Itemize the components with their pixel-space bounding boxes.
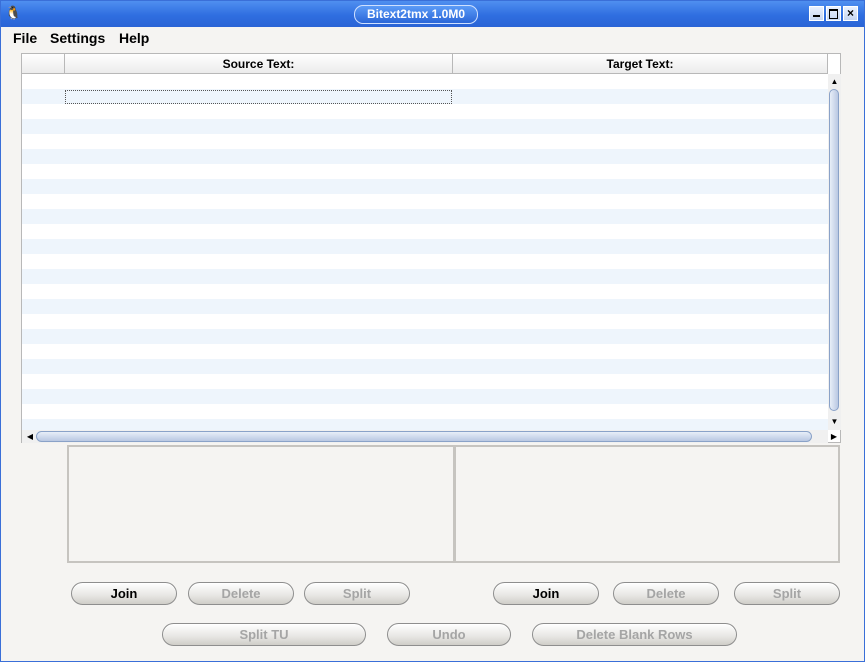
- target-join-button[interactable]: Join: [493, 582, 599, 605]
- table-row[interactable]: [22, 119, 828, 134]
- close-button[interactable]: ×: [843, 6, 858, 21]
- table-row[interactable]: [22, 254, 828, 269]
- table-row[interactable]: [22, 104, 828, 119]
- split-tu-button[interactable]: Split TU: [162, 623, 366, 646]
- table-row[interactable]: [22, 239, 828, 254]
- menu-file[interactable]: File: [13, 29, 37, 47]
- target-delete-button[interactable]: Delete: [613, 582, 719, 605]
- window-title: Bitext2tmx 1.0M0: [354, 5, 478, 24]
- source-delete-button[interactable]: Delete: [188, 582, 294, 605]
- title-bar[interactable]: 🐧 Bitext2tmx 1.0M0 ×: [1, 1, 864, 27]
- scroll-up-icon[interactable]: ▲: [828, 76, 841, 88]
- source-split-button[interactable]: Split: [304, 582, 410, 605]
- scroll-down-icon[interactable]: ▼: [828, 416, 841, 428]
- menu-settings[interactable]: Settings: [50, 29, 105, 47]
- undo-button[interactable]: Undo: [387, 623, 511, 646]
- focused-cell[interactable]: [65, 90, 452, 104]
- table-row[interactable]: [22, 269, 828, 284]
- table-row[interactable]: [22, 419, 828, 430]
- scroll-left-icon[interactable]: ◀: [24, 430, 36, 443]
- vertical-scrollbar[interactable]: ▲ ▼: [828, 74, 841, 430]
- horizontal-scroll-thumb[interactable]: [36, 431, 812, 442]
- minimize-button[interactable]: [809, 6, 824, 21]
- alignment-table[interactable]: Source Text: Target Text: ▲ ▼ ◀ ▶: [21, 53, 841, 443]
- source-text-editor[interactable]: [67, 445, 455, 563]
- horizontal-scrollbar[interactable]: ◀ ▶: [22, 430, 837, 443]
- table-row[interactable]: [22, 224, 828, 239]
- table-row[interactable]: [22, 389, 828, 404]
- table-row[interactable]: [22, 284, 828, 299]
- column-header-source[interactable]: Source Text:: [65, 54, 453, 74]
- table-row[interactable]: [22, 209, 828, 224]
- table-row[interactable]: [22, 314, 828, 329]
- table-row[interactable]: [22, 134, 828, 149]
- table-row[interactable]: [22, 359, 828, 374]
- menu-help[interactable]: Help: [119, 29, 149, 47]
- column-header-index[interactable]: [22, 54, 65, 74]
- table-row[interactable]: [22, 299, 828, 314]
- table-row[interactable]: [22, 329, 828, 344]
- table-row[interactable]: [22, 194, 828, 209]
- table-rows[interactable]: [22, 74, 828, 430]
- table-row[interactable]: [22, 179, 828, 194]
- table-row[interactable]: [22, 404, 828, 419]
- scroll-right-icon[interactable]: ▶: [828, 430, 840, 443]
- column-header-target[interactable]: Target Text:: [453, 54, 828, 74]
- target-text-editor[interactable]: [454, 445, 840, 563]
- maximize-button[interactable]: [826, 6, 841, 21]
- tux-icon[interactable]: 🐧: [5, 5, 21, 21]
- source-join-button[interactable]: Join: [71, 582, 177, 605]
- vertical-scroll-thumb[interactable]: [829, 89, 839, 411]
- table-row[interactable]: [22, 374, 828, 389]
- table-row[interactable]: [22, 344, 828, 359]
- app-window: 🐧 Bitext2tmx 1.0M0 × File Settings Help …: [0, 0, 865, 662]
- table-row[interactable]: [22, 164, 828, 179]
- target-split-button[interactable]: Split: [734, 582, 840, 605]
- table-row[interactable]: [22, 149, 828, 164]
- table-row[interactable]: [22, 74, 828, 89]
- menu-bar: File Settings Help: [1, 27, 864, 49]
- delete-blank-rows-button[interactable]: Delete Blank Rows: [532, 623, 737, 646]
